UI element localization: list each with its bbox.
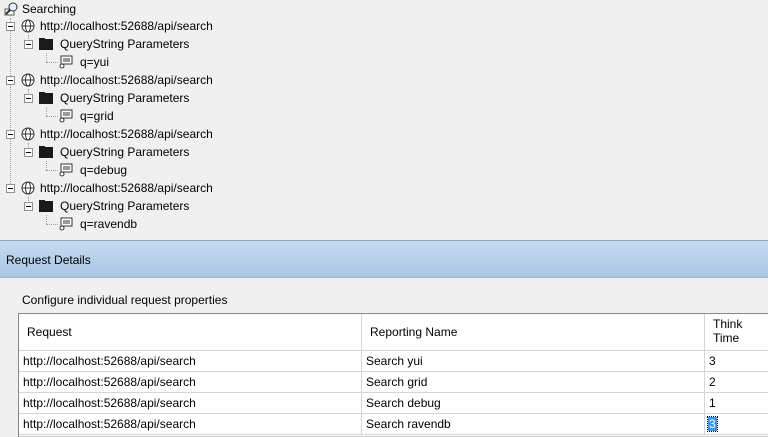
- tree-guide-line: [46, 170, 58, 171]
- tree-request-1[interactable]: http://localhost:52688/api/search: [40, 17, 213, 35]
- tree-guide-line: [46, 224, 58, 225]
- querystring-group-label: QueryString Parameters: [60, 199, 190, 213]
- tree-param-4[interactable]: q=ravendb: [80, 215, 137, 233]
- tree-guide-line: [46, 107, 47, 116]
- querystring-group-label: QueryString Parameters: [60, 145, 190, 159]
- cell-text: 3: [709, 354, 716, 368]
- cell-text: Search yui: [366, 354, 423, 368]
- request-url: http://localhost:52688/api/search: [40, 181, 213, 195]
- dialog-title-bar[interactable]: Request Details: [0, 241, 768, 278]
- param-label: q=yui: [80, 55, 110, 69]
- request-properties-grid: Request Reporting Name Think Time http:/…: [18, 313, 768, 437]
- tree-guide-line: [46, 116, 58, 117]
- param-label: q=grid: [80, 109, 114, 123]
- table-row-cell-reporting-name[interactable]: Search yui: [362, 351, 705, 372]
- collapse-toggle[interactable]: [24, 202, 33, 211]
- cell-text: 3: [707, 416, 718, 432]
- request-url: http://localhost:52688/api/search: [40, 127, 213, 141]
- web-request-icon: [21, 19, 35, 33]
- collapse-toggle[interactable]: [6, 184, 15, 193]
- table-row-cell-reporting-name[interactable]: Search grid: [362, 372, 705, 393]
- tree-guide-line: [46, 62, 58, 63]
- param-label: q=debug: [80, 163, 128, 177]
- parameter-icon: [59, 217, 73, 231]
- collapse-toggle[interactable]: [24, 40, 33, 49]
- column-header-request[interactable]: Request: [19, 314, 362, 351]
- cell-text: 2: [709, 375, 716, 389]
- tree-root-label: Searching: [22, 2, 77, 16]
- column-header-label: Think: [713, 317, 743, 331]
- column-header-label: Time: [713, 331, 740, 345]
- web-request-icon: [21, 73, 35, 87]
- tree-guide-line: [46, 215, 47, 224]
- param-label: q=ravendb: [80, 217, 138, 231]
- column-header-label: Request: [27, 325, 72, 339]
- parameter-icon: [59, 163, 73, 177]
- folder-icon: [39, 200, 53, 212]
- tree-param-2[interactable]: q=grid: [80, 107, 114, 125]
- table-row-cell-think-time[interactable]: 3: [705, 351, 768, 372]
- table-row-cell-request[interactable]: http://localhost:52688/api/search: [19, 393, 362, 414]
- request-url: http://localhost:52688/api/search: [40, 73, 213, 87]
- tree-guide-line: [46, 53, 47, 62]
- folder-icon: [39, 38, 53, 50]
- column-header-think-time[interactable]: Think Time: [705, 314, 768, 351]
- request-tree: Searching http://localhost:52688/api/sea…: [0, 0, 768, 238]
- cell-text: Search grid: [366, 375, 428, 389]
- column-header-label: Reporting Name: [370, 325, 458, 339]
- folder-icon: [39, 92, 53, 104]
- querystring-group-label: QueryString Parameters: [60, 91, 190, 105]
- tree-querystring-group-3[interactable]: QueryString Parameters: [60, 143, 189, 161]
- request-url: http://localhost:52688/api/search: [40, 19, 213, 33]
- think-time-edit-cell[interactable]: 3: [705, 414, 768, 435]
- tree-request-4[interactable]: http://localhost:52688/api/search: [40, 179, 213, 197]
- table-row-cell-request[interactable]: http://localhost:52688/api/search: [19, 351, 362, 372]
- tree-guide-line: [10, 18, 11, 188]
- cell-text: http://localhost:52688/api/search: [23, 375, 196, 389]
- table-row-cell-reporting-name[interactable]: Search ravendb: [362, 414, 705, 435]
- cell-text: 1: [709, 396, 716, 410]
- table-row-cell-request[interactable]: http://localhost:52688/api/search: [19, 372, 362, 393]
- cell-text: http://localhost:52688/api/search: [23, 396, 196, 410]
- collapse-toggle[interactable]: [6, 130, 15, 139]
- web-request-icon: [21, 181, 35, 195]
- dialog-title: Request Details: [6, 253, 91, 267]
- table-row-cell-think-time[interactable]: 2: [705, 372, 768, 393]
- folder-icon: [39, 146, 53, 158]
- tree-querystring-group-2[interactable]: QueryString Parameters: [60, 89, 189, 107]
- tree-guide-line: [46, 161, 47, 170]
- tree-param-1[interactable]: q=yui: [80, 53, 109, 71]
- querystring-group-label: QueryString Parameters: [60, 37, 190, 51]
- tree-request-3[interactable]: http://localhost:52688/api/search: [40, 125, 213, 143]
- parameter-icon: [59, 109, 73, 123]
- request-details-dialog: Request Details Configure individual req…: [0, 240, 768, 437]
- collapse-toggle[interactable]: [6, 76, 15, 85]
- table-row-cell-reporting-name[interactable]: Search debug: [362, 393, 705, 414]
- search-folder-icon: [4, 2, 18, 16]
- cell-text: http://localhost:52688/api/search: [23, 354, 196, 368]
- cell-text: http://localhost:52688/api/search: [23, 417, 196, 431]
- collapse-toggle[interactable]: [24, 94, 33, 103]
- tree-request-2[interactable]: http://localhost:52688/api/search: [40, 71, 213, 89]
- web-request-icon: [21, 127, 35, 141]
- collapse-toggle[interactable]: [6, 22, 15, 31]
- grid-caption: Configure individual request properties: [22, 293, 228, 307]
- collapse-toggle[interactable]: [24, 148, 33, 157]
- column-header-reporting-name[interactable]: Reporting Name: [362, 314, 705, 351]
- table-row-cell-request[interactable]: http://localhost:52688/api/search: [19, 414, 362, 435]
- cell-text: Search debug: [366, 396, 441, 410]
- table-row-cell-think-time[interactable]: 1: [705, 393, 768, 414]
- tree-param-3[interactable]: q=debug: [80, 161, 127, 179]
- cell-text: Search ravendb: [366, 417, 451, 431]
- tree-querystring-group-1[interactable]: QueryString Parameters: [60, 35, 189, 53]
- tree-querystring-group-4[interactable]: QueryString Parameters: [60, 197, 189, 215]
- parameter-icon: [59, 55, 73, 69]
